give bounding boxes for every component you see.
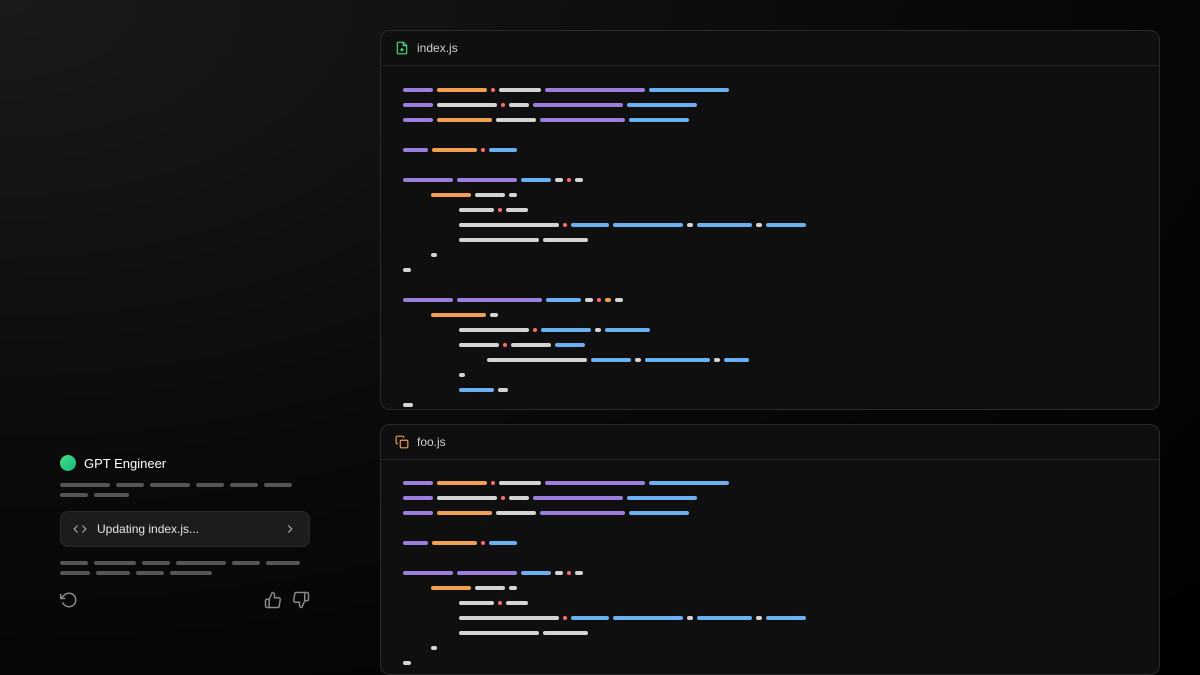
code-area: index.js	[380, 30, 1160, 675]
code-panel-index: index.js	[380, 30, 1160, 410]
file-copy-icon	[395, 435, 409, 449]
file-name: foo.js	[417, 435, 446, 449]
chat-actions	[60, 591, 310, 609]
thumbs-up-icon[interactable]	[264, 591, 282, 609]
code-body	[381, 460, 1159, 675]
message-skeleton-2	[60, 561, 310, 575]
agent-avatar	[60, 455, 76, 471]
file-added-icon	[395, 41, 409, 55]
panel-header: foo.js	[381, 425, 1159, 460]
code-panel-foo: foo.js	[380, 424, 1160, 675]
undo-icon[interactable]	[60, 591, 78, 609]
code-icon	[73, 522, 87, 536]
chevron-right-icon	[283, 522, 297, 536]
agent-name: GPT Engineer	[84, 456, 166, 471]
file-name: index.js	[417, 41, 458, 55]
code-body	[381, 66, 1159, 410]
status-text: Updating index.js...	[97, 522, 199, 536]
chat-header: GPT Engineer	[60, 455, 310, 471]
message-skeleton	[60, 483, 310, 497]
panel-header: index.js	[381, 31, 1159, 66]
chat-panel: GPT Engineer Updating index.js...	[60, 455, 310, 609]
thumbs-down-icon[interactable]	[292, 591, 310, 609]
status-card[interactable]: Updating index.js...	[60, 511, 310, 547]
